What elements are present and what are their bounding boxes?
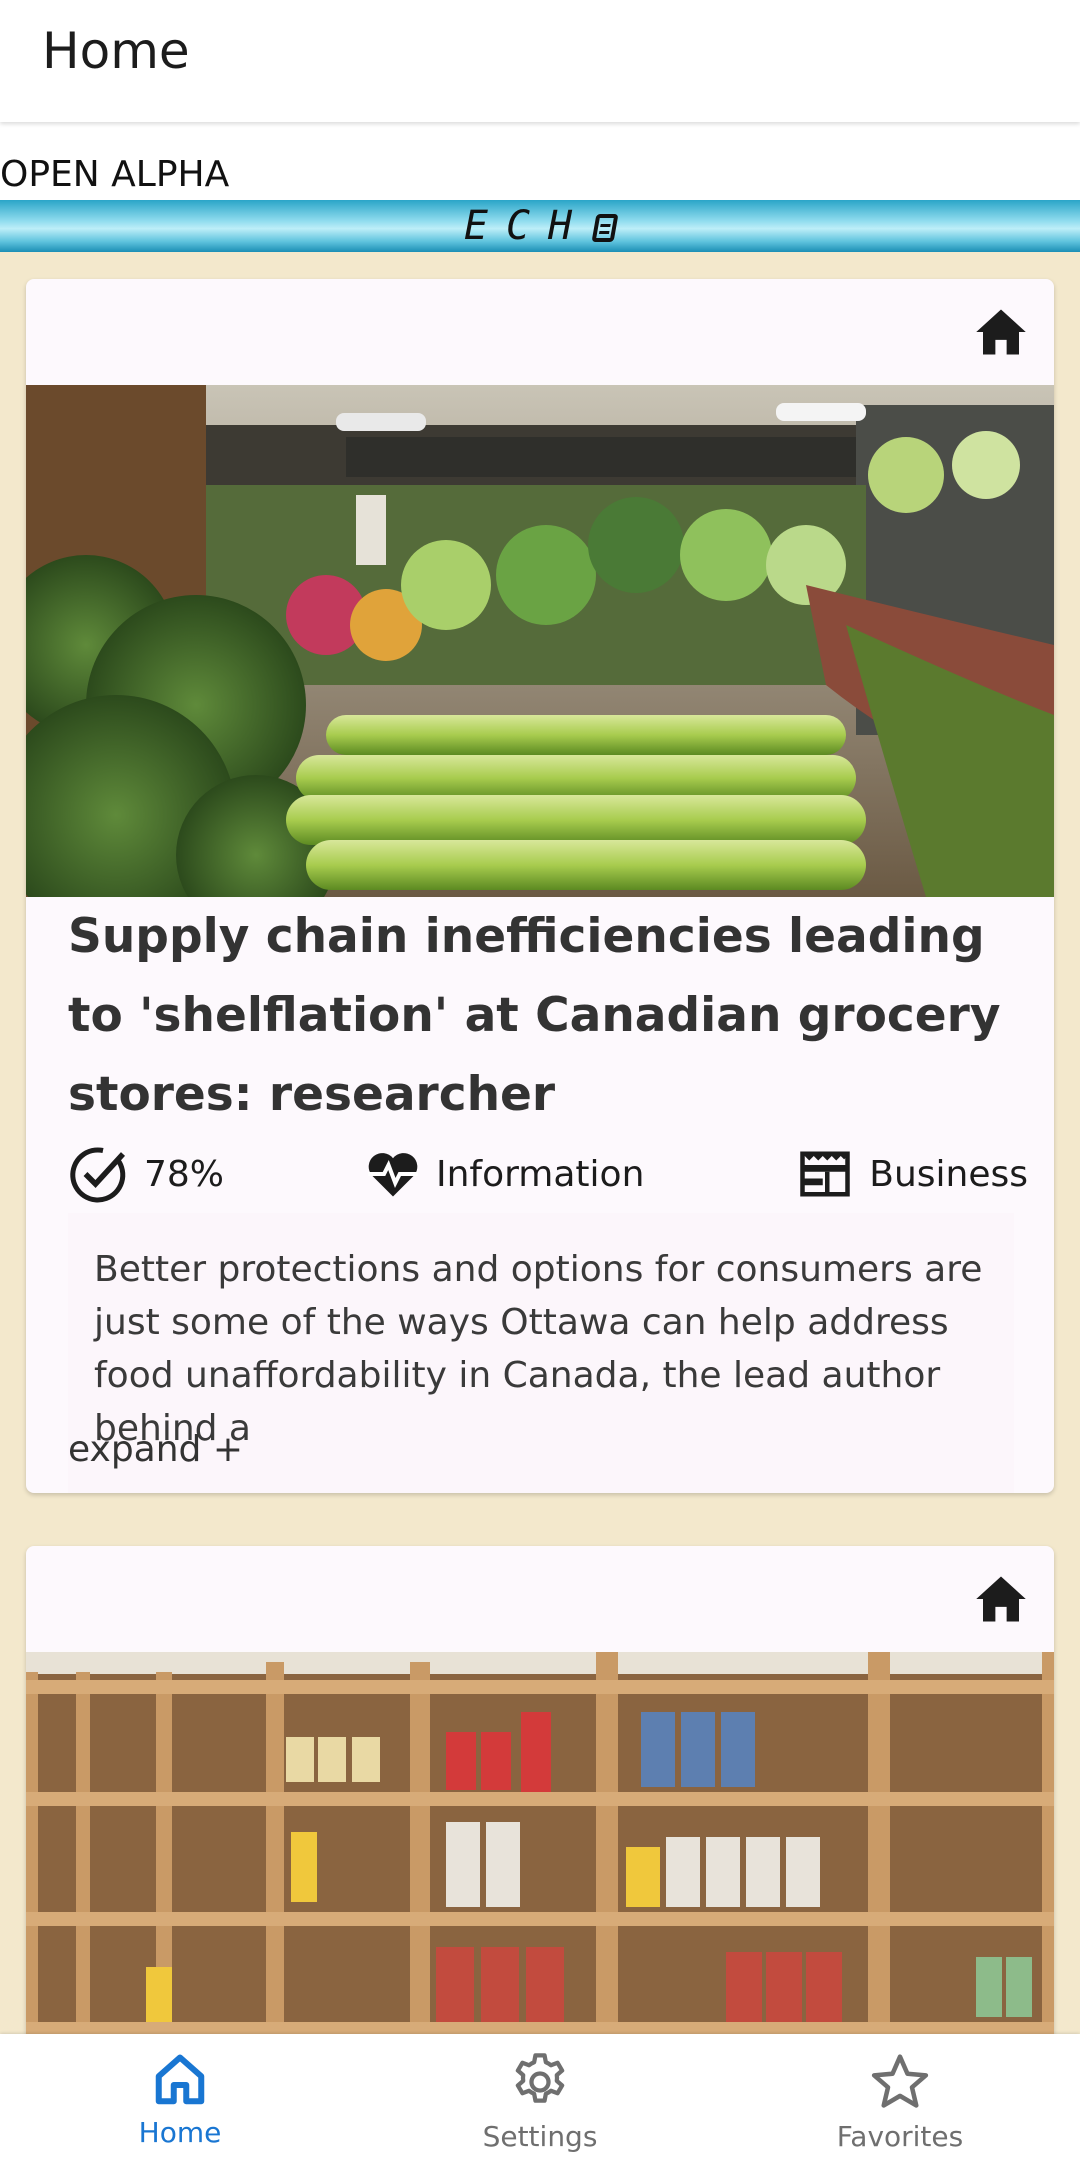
article-meta-row: 78% Information Business: [68, 1139, 1028, 1209]
echo-logo-glyph-icon: [591, 214, 619, 242]
star-icon: [871, 2054, 929, 2108]
echo-logo-banner: ECH: [0, 200, 1080, 252]
alpha-label: OPEN ALPHA: [0, 154, 230, 195]
home-icon: [976, 1576, 1026, 1622]
heart-pulse-icon: [368, 1153, 418, 1197]
card-header: [26, 1546, 1054, 1652]
app-screen: Home OPEN ALPHA ECH Supply chain ineffic…: [0, 0, 1080, 2162]
article-summary-text: Better protections and options for consu…: [94, 1249, 983, 1449]
nav-label-favorites: Favorites: [836, 2120, 964, 2153]
page-title: Home: [42, 22, 190, 80]
home-icon: [976, 309, 1026, 355]
echo-logo-text: ECH: [463, 203, 591, 249]
category-meta: Business: [797, 1139, 1028, 1209]
home-outline-icon: [155, 2054, 205, 2105]
bottom-navigation: Home Settings Favorites: [0, 2034, 1080, 2162]
article-image[interactable]: [26, 385, 1054, 897]
app-bar: Home: [0, 0, 1080, 122]
expand-button[interactable]: expand +: [68, 1429, 243, 1470]
newspaper-icon: [800, 1151, 850, 1197]
nav-item-settings[interactable]: Settings: [360, 2034, 720, 2162]
card-header: [26, 279, 1054, 385]
article-card[interactable]: Supply chain inefficiencies leading to '…: [26, 279, 1054, 1493]
alpha-strip: OPEN ALPHA: [0, 122, 1080, 200]
nav-item-home[interactable]: Home: [0, 2034, 360, 2162]
check-circle-icon: [70, 1147, 126, 1203]
category-value: Business: [869, 1153, 1028, 1195]
type-value: Information: [436, 1153, 645, 1195]
article-title[interactable]: Supply chain inefficiencies leading to '…: [68, 897, 1028, 1134]
nav-item-favorites[interactable]: Favorites: [720, 2034, 1080, 2162]
nav-label-home: Home: [138, 2116, 222, 2149]
credibility-meta: 78%: [68, 1139, 224, 1209]
produce-aisle-photo: [26, 385, 1054, 897]
credibility-value: 78%: [144, 1153, 225, 1195]
gear-icon: [515, 2053, 565, 2103]
type-meta: Information: [366, 1139, 644, 1209]
nav-label-settings: Settings: [482, 2120, 598, 2153]
